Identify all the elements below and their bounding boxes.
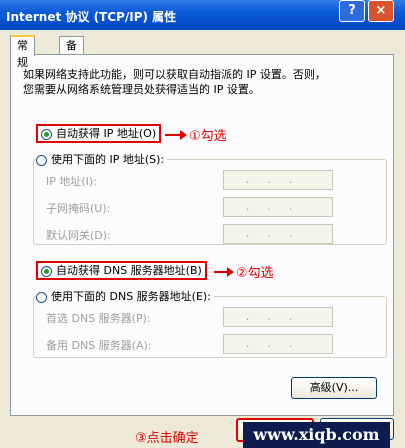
arrow-1-icon bbox=[165, 130, 187, 140]
alternate-dns-field[interactable]: ... bbox=[223, 334, 333, 354]
preferred-dns-field[interactable]: ... bbox=[223, 307, 333, 327]
annotation-2: ②勾选 bbox=[236, 266, 274, 281]
dns-auto-label: 自动获得 DNS 服务器地址(B) bbox=[56, 264, 202, 277]
ip-manual-radio[interactable] bbox=[36, 154, 47, 166]
annotation-1: ①勾选 bbox=[189, 129, 227, 144]
preferred-dns-label: 首选 DNS 服务器(P): bbox=[46, 312, 151, 325]
dns-auto-highlight: 自动获得 DNS 服务器地址(B) bbox=[36, 261, 207, 280]
intro-text: 如果网络支持此功能，则可以获取自动指派的 IP 设置。否则， 您需要从网络系统管… bbox=[23, 67, 326, 97]
intro-line-1: 如果网络支持此功能，则可以获取自动指派的 IP 设置。否则， bbox=[23, 68, 326, 81]
dns-manual-label: 使用下面的 DNS 服务器地址(E): bbox=[51, 290, 211, 303]
window-title: Internet 协议 (TCP/IP) 属性 bbox=[6, 10, 177, 24]
dns-manual-option[interactable]: 使用下面的 DNS 服务器地址(E): bbox=[36, 288, 214, 304]
alternate-dns-label: 备用 DNS 服务器(A): bbox=[46, 339, 152, 352]
close-button[interactable]: × bbox=[368, 0, 394, 22]
tab-alternate-config[interactable]: 备用配置 bbox=[59, 36, 84, 103]
title-bar: Internet 协议 (TCP/IP) 属性 ? × bbox=[0, 0, 405, 30]
dns-auto-radio[interactable] bbox=[41, 265, 52, 277]
ip-auto-option[interactable]: 自动获得 IP 地址(O) bbox=[36, 124, 162, 143]
annotation-3: ③点击确定 bbox=[135, 431, 199, 446]
default-gateway-label: 默认网关(D): bbox=[46, 229, 111, 242]
ip-auto-highlight: 自动获得 IP 地址(O) bbox=[36, 124, 162, 143]
help-button[interactable]: ? bbox=[339, 0, 365, 22]
subnet-mask-field[interactable]: ... bbox=[223, 197, 333, 217]
ip-address-label: IP 地址(I): bbox=[46, 175, 97, 188]
default-gateway-field[interactable]: ... bbox=[223, 224, 333, 244]
dns-manual-radio[interactable] bbox=[36, 291, 47, 303]
ip-auto-label: 自动获得 IP 地址(O) bbox=[56, 127, 157, 140]
arrow-2-icon bbox=[214, 267, 234, 277]
ip-manual-option[interactable]: 使用下面的 IP 地址(S): bbox=[36, 151, 168, 167]
general-panel: 如果网络支持此功能，则可以获取自动指派的 IP 设置。否则， 您需要从网络系统管… bbox=[10, 54, 394, 416]
watermark: www.xiqb.com bbox=[243, 422, 390, 448]
ip-auto-radio[interactable] bbox=[41, 128, 52, 140]
intro-line-2: 您需要从网络系统管理员处获得适当的 IP 设置。 bbox=[23, 83, 260, 96]
ip-manual-label: 使用下面的 IP 地址(S): bbox=[51, 153, 165, 166]
tab-general[interactable]: 常规 bbox=[10, 35, 35, 69]
advanced-button[interactable]: 高级(V)... bbox=[291, 377, 377, 399]
ip-address-field[interactable]: ... bbox=[223, 170, 333, 190]
dns-auto-option[interactable]: 自动获得 DNS 服务器地址(B) bbox=[36, 261, 207, 280]
subnet-mask-label: 子网掩码(U): bbox=[46, 202, 111, 215]
